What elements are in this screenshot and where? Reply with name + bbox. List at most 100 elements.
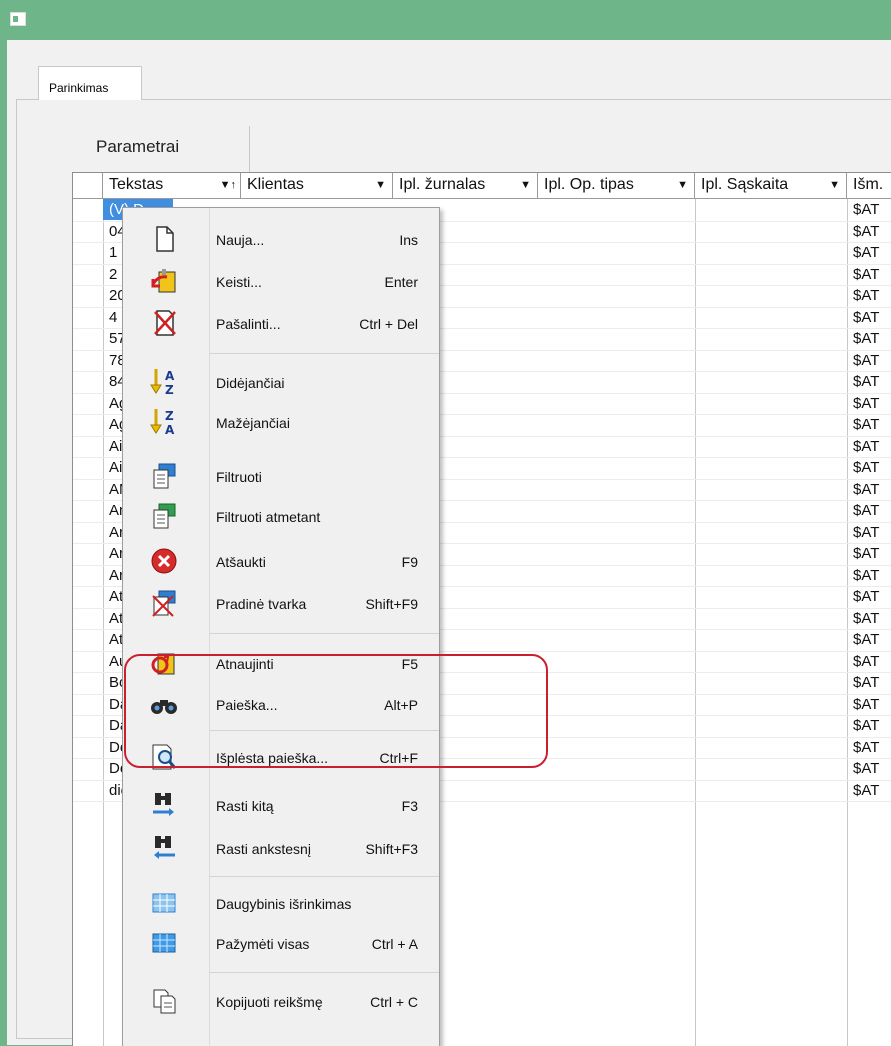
cell-ism[interactable]: $AT bbox=[847, 242, 891, 263]
cell-ism[interactable]: $AT bbox=[847, 393, 891, 414]
cell-ism[interactable]: $AT bbox=[847, 328, 891, 349]
menu-item-nauja[interactable]: Nauja... Ins bbox=[123, 221, 439, 257]
cell-ism[interactable]: $AT bbox=[847, 199, 891, 220]
row-indicator-header bbox=[73, 173, 103, 199]
column-header-ism[interactable]: Išm. bbox=[847, 173, 891, 199]
column-header-label: Išm. bbox=[853, 176, 884, 193]
multi-select-icon bbox=[152, 893, 176, 913]
menu-separator bbox=[209, 633, 439, 634]
menu-item-label: Rasti kitą bbox=[216, 798, 274, 814]
select-all-icon bbox=[152, 933, 176, 953]
cell-ism[interactable]: $AT bbox=[847, 350, 891, 371]
menu-item-pradine-tvarka[interactable]: Pradinė tvarka Shift+F9 bbox=[123, 585, 439, 621]
cell-ism[interactable]: $AT bbox=[847, 565, 891, 586]
menu-item-filtruoti-atmetant[interactable]: Filtruoti atmetant bbox=[123, 498, 439, 534]
menu-separator bbox=[209, 972, 439, 973]
menu-item-label: Pradinė tvarka bbox=[216, 596, 307, 612]
find-previous-icon bbox=[154, 836, 175, 859]
cell-ism[interactable]: $AT bbox=[847, 371, 891, 392]
menu-separator bbox=[209, 353, 439, 354]
menu-item-label: Pašalinti... bbox=[216, 316, 281, 332]
cell-ism[interactable]: $AT bbox=[847, 479, 891, 500]
filter-exclude-icon bbox=[153, 503, 176, 529]
menu-item-pasalinti[interactable]: Pašalinti... Ctrl + Del bbox=[123, 305, 439, 341]
menu-item-shortcut: Ins bbox=[399, 232, 418, 248]
cell-ism[interactable]: $AT bbox=[847, 672, 891, 693]
cell-ism[interactable]: $AT bbox=[847, 694, 891, 715]
column-header-ipl-op-tipas[interactable]: Ipl. Op. tipas ▼ bbox=[538, 173, 695, 199]
cell-ism[interactable]: $AT bbox=[847, 629, 891, 650]
menu-item-shortcut: Shift+F3 bbox=[365, 841, 418, 857]
menu-item-label: Daugybinis išrinkimas bbox=[216, 896, 352, 912]
menu-item-label: Keisti... bbox=[216, 274, 262, 290]
cell-ism[interactable]: $AT bbox=[847, 522, 891, 543]
menu-item-shortcut: Ctrl + Del bbox=[359, 316, 418, 332]
new-document-icon bbox=[156, 226, 174, 252]
cell-ism[interactable]: $AT bbox=[847, 264, 891, 285]
menu-item-label: Didėjančiai bbox=[216, 375, 285, 391]
menu-item-keisti[interactable]: Keisti... Enter bbox=[123, 263, 439, 299]
cell-ism[interactable]: $AT bbox=[847, 221, 891, 242]
cell-ism[interactable]: $AT bbox=[847, 543, 891, 564]
column-header-label: Klientas bbox=[247, 176, 304, 193]
menu-item-shortcut: Shift+F9 bbox=[365, 596, 418, 612]
find-next-icon bbox=[153, 793, 174, 816]
menu-item-label: Atšaukti bbox=[216, 554, 266, 570]
cell-ism[interactable]: $AT bbox=[847, 758, 891, 779]
column-header-tekstas[interactable]: Tekstas ▼↑ bbox=[103, 173, 241, 199]
menu-item-shortcut: Ctrl + A bbox=[371, 936, 418, 952]
context-menu: Nauja... Ins Keisti... Enter Pašalinti..… bbox=[122, 207, 440, 1046]
column-header-ipl-zurnalas[interactable]: Ipl. žurnalas ▼ bbox=[393, 173, 538, 199]
cell-ism[interactable]: $AT bbox=[847, 285, 891, 306]
reset-order-icon bbox=[152, 590, 176, 617]
section-title: Parametrai bbox=[72, 126, 250, 172]
menu-item-atsaukti[interactable]: Atšaukti F9 bbox=[123, 543, 439, 579]
filter-arrow-icon[interactable]: ▼ bbox=[829, 179, 840, 191]
menu-item-daugybinis-isrinkimas[interactable]: Daugybinis išrinkimas bbox=[123, 885, 439, 921]
menu-item-didejanciai[interactable]: AZ Didėjančiai bbox=[123, 364, 439, 400]
menu-item-label: Mažėjančiai bbox=[216, 415, 290, 431]
svg-text:A: A bbox=[165, 369, 175, 383]
cell-ism[interactable]: $AT bbox=[847, 307, 891, 328]
column-header-label: Ipl. Sąskaita bbox=[701, 176, 789, 193]
cell-ism[interactable]: $AT bbox=[847, 651, 891, 672]
filter-arrow-icon[interactable]: ▼ bbox=[375, 179, 386, 191]
sort-ascending-icon: AZ bbox=[150, 369, 175, 397]
cancel-icon bbox=[151, 548, 177, 574]
sort-filter-arrow-icon[interactable]: ▼↑ bbox=[220, 179, 236, 191]
menu-item-shortcut: Ctrl + C bbox=[370, 994, 418, 1010]
copy-value-icon bbox=[153, 989, 176, 1014]
svg-text:A: A bbox=[165, 423, 175, 437]
menu-item-kopijuoti-reiksme[interactable]: Kopijuoti reikšmę Ctrl + C bbox=[123, 983, 439, 1019]
column-header-klientas[interactable]: Klientas ▼ bbox=[241, 173, 393, 199]
cell-ism[interactable]: $AT bbox=[847, 780, 891, 801]
tab-parinkimas[interactable]: Parinkimas bbox=[38, 66, 142, 100]
menu-item-mazejanciai[interactable]: ZA Mažėjančiai bbox=[123, 404, 439, 440]
menu-item-pazymeti-visas[interactable]: Pažymėti visas Ctrl + A bbox=[123, 925, 439, 961]
cell-ism[interactable]: $AT bbox=[847, 414, 891, 435]
cell-ism[interactable]: $AT bbox=[847, 608, 891, 629]
menu-item-label: Kopijuoti reikšmę bbox=[216, 994, 323, 1010]
menu-item-rasti-ankstesni[interactable]: Rasti ankstesnį Shift+F3 bbox=[123, 830, 439, 866]
edit-icon bbox=[151, 269, 176, 293]
filter-arrow-icon[interactable]: ▼ bbox=[520, 179, 531, 191]
svg-text:Z: Z bbox=[165, 383, 174, 397]
cell-ism[interactable]: $AT bbox=[847, 500, 891, 521]
menu-item-rasti-kita[interactable]: Rasti kitą F3 bbox=[123, 787, 439, 823]
menu-item-label: Filtruoti bbox=[216, 469, 262, 485]
column-header-ipl-saskaita[interactable]: Ipl. Sąskaita ▼ bbox=[695, 173, 847, 199]
cell-ism[interactable]: $AT bbox=[847, 715, 891, 736]
delete-icon bbox=[154, 310, 176, 336]
svg-text:Z: Z bbox=[165, 409, 174, 423]
cell-ism[interactable]: $AT bbox=[847, 436, 891, 457]
sort-descending-icon: ZA bbox=[150, 409, 175, 437]
menu-item-filtruoti[interactable]: Filtruoti bbox=[123, 458, 439, 494]
cell-ism[interactable]: $AT bbox=[847, 586, 891, 607]
menu-item-shortcut: Enter bbox=[384, 274, 418, 290]
filter-arrow-icon[interactable]: ▼ bbox=[677, 179, 688, 191]
cell-ism[interactable]: $AT bbox=[847, 737, 891, 758]
cell-ism[interactable]: $AT bbox=[847, 457, 891, 478]
menu-item-label: Filtruoti atmetant bbox=[216, 509, 321, 525]
annotation-highlight-search-items bbox=[124, 654, 548, 768]
filter-icon bbox=[153, 463, 176, 489]
